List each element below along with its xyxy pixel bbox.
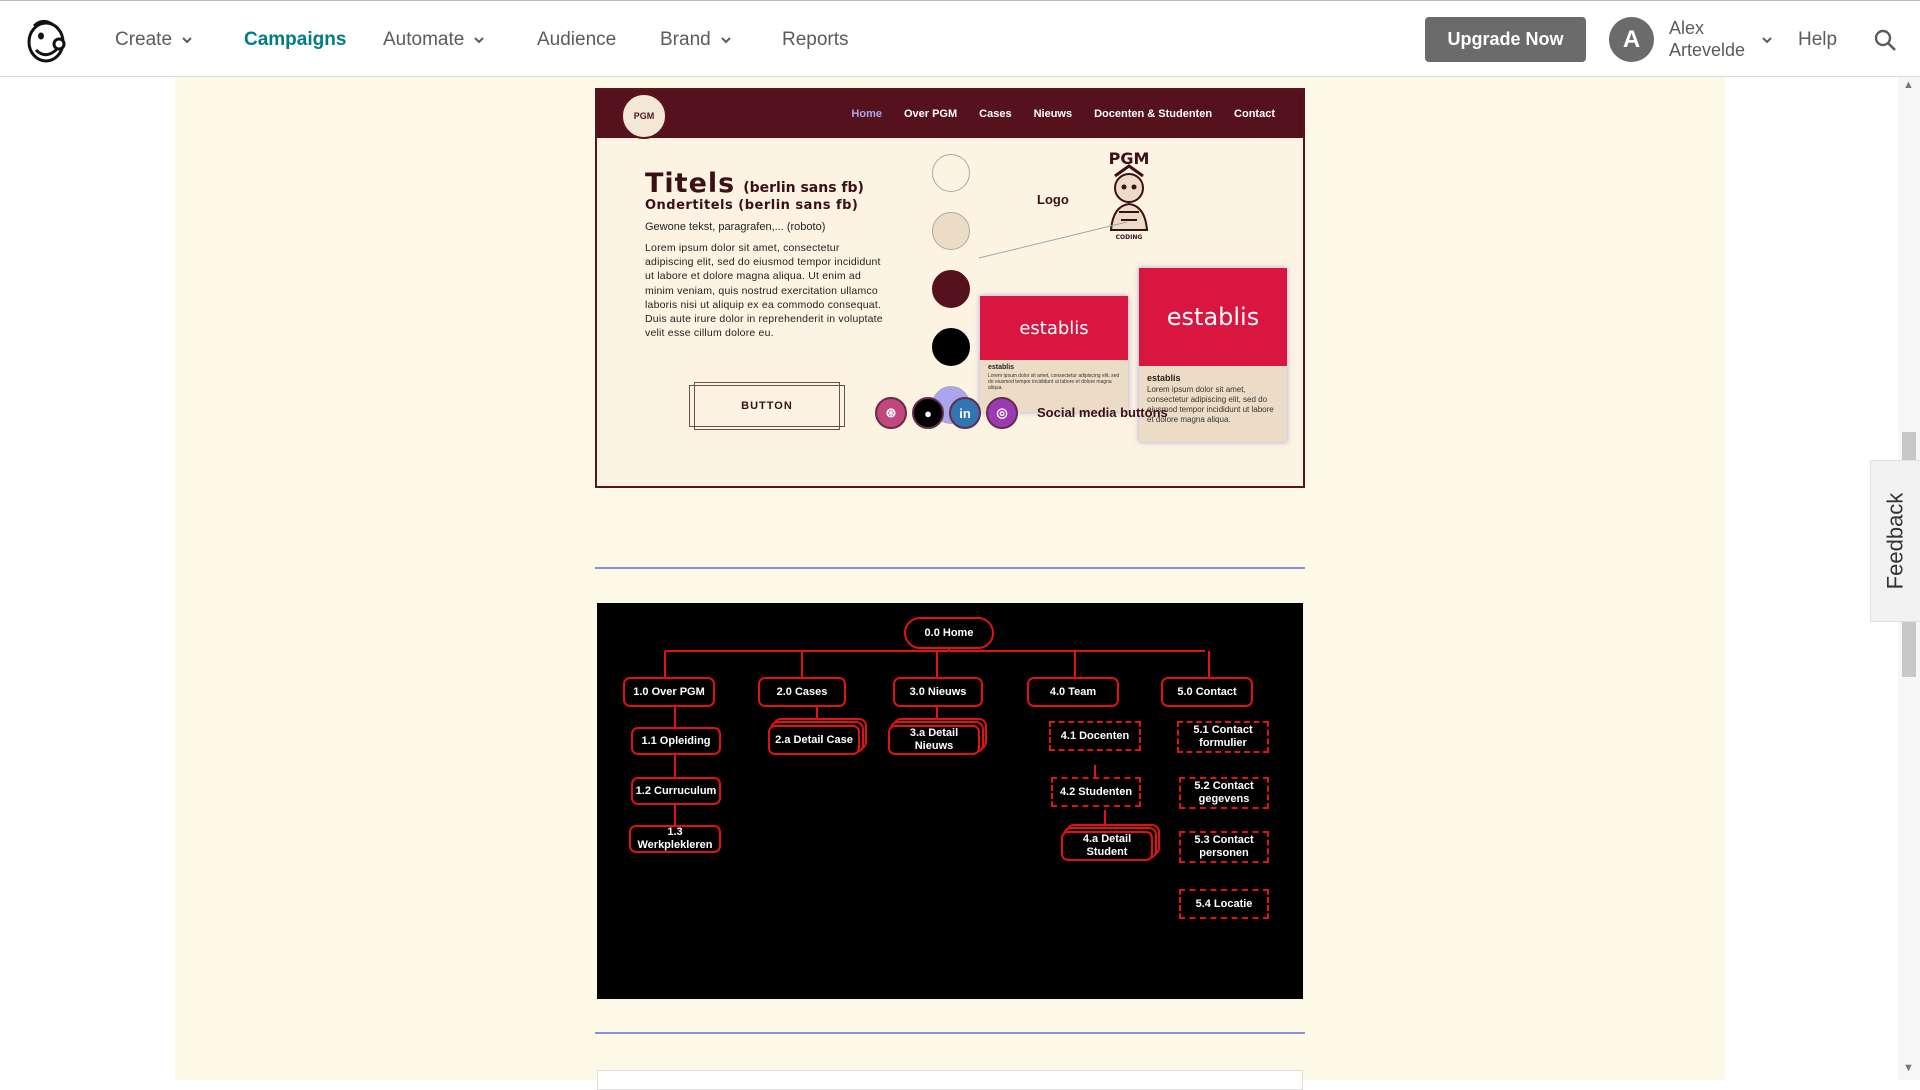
color-swatch-beige [932,212,970,250]
sg-subtitle: Ondertitels (berlin sans fb) [645,198,859,213]
next-content-block [597,1070,1303,1090]
linkedin-icon: in [949,397,981,429]
sitemap-node-detail-student: 4.a Detail Student [1061,831,1153,861]
upgrade-now-button[interactable]: Upgrade Now [1425,17,1586,62]
avatar[interactable]: A [1609,17,1654,62]
sg-menu-docenten-studenten: Docenten & Studenten [1094,108,1213,120]
nav-reports[interactable]: Reports [782,29,849,51]
chevron-down-icon [474,37,485,44]
chevron-down-icon [720,37,731,44]
style-guide-header: PGM Home Over PGM Cases Nieuws Docenten … [597,90,1303,139]
dribbble-icon: ⊛ [875,397,907,429]
style-guide-image: PGM Home Over PGM Cases Nieuws Docenten … [595,88,1305,488]
sitemap-diagram: 0.0 Home 1.0 Over PGM 2.0 Cases 3.0 Nieu… [597,603,1303,999]
divider-line [595,1032,1305,1034]
sg-button-sample: BUTTON [689,382,845,430]
sg-menu-contact: Contact [1234,108,1275,120]
card-title-small: establis [988,364,1015,371]
nav-create[interactable]: Create [115,29,192,51]
top-navigation: Create Campaigns Automate Audience Brand… [0,0,1920,77]
sitemap-node-opleiding: 1.1 Opleiding [631,727,721,755]
github-icon: ● [912,397,944,429]
sg-social-label: Social media buttons [1037,405,1168,420]
nav-automate[interactable]: Automate [383,29,485,51]
card-brand-large: establis [1139,268,1287,366]
nav-automate-label: Automate [383,29,465,50]
nav-campaigns-label: Campaigns [244,29,347,50]
style-guide-menu: Home Over PGM Cases Nieuws Docenten & St… [851,108,1275,120]
nav-audience-label: Audience [537,29,617,50]
sitemap-node-studenten: 4.2 Studenten [1051,777,1141,807]
nav-brand-label: Brand [660,29,711,50]
sg-menu-over-pgm: Over PGM [903,108,958,120]
chevron-down-icon[interactable] [1762,35,1772,45]
card-brand-small: establis [980,296,1128,360]
nav-reports-label: Reports [782,29,849,50]
sitemap-node-over-pgm: 1.0 Over PGM [623,677,715,707]
sitemap-node-contact-gegevens: 5.2 Contact gegevens [1179,777,1269,809]
scroll-up-icon[interactable]: ▲ [1903,79,1914,91]
sg-menu-nieuws: Nieuws [1033,108,1073,120]
divider-line [595,567,1305,569]
color-swatch-black [932,328,970,366]
sg-menu-home: Home [851,108,882,120]
nav-create-label: Create [115,29,173,50]
sitemap-node-contact-personen: 5.3 Contact personen [1179,831,1269,863]
color-swatch-cream [932,154,970,192]
sitemap-node-curruculum: 1.2 Curruculum [631,777,721,805]
sg-menu-cases: Cases [979,108,1012,120]
sitemap-node-cases: 2.0 Cases [758,677,846,707]
nav-brand[interactable]: Brand [660,29,731,51]
sitemap-node-home: 0.0 Home [904,617,994,649]
pgm-badge: PGM [621,93,667,139]
nav-audience[interactable]: Audience [537,29,616,51]
card-title-large: establis [1147,373,1181,383]
mailchimp-logo-icon[interactable] [22,16,70,64]
sitemap-node-docenten: 4.1 Docenten [1049,721,1141,751]
sg-lorem-text: Lorem ipsum dolor sit amet, consectetur … [645,242,883,340]
card-text-small: Lorem ipsum dolor sit amet, consectetur … [988,373,1120,391]
sg-title: Titels (berlin sans fb) [645,168,864,199]
sitemap-node-contact: 5.0 Contact [1161,677,1253,707]
sitemap-node-team: 4.0 Team [1027,677,1119,707]
help-link[interactable]: Help [1798,29,1837,51]
sg-logo-label: Logo [1037,192,1069,207]
sitemap-node-werkplekleren: 1.3 Werkplekleren [629,825,721,853]
chevron-down-icon [182,37,192,44]
sitemap-node-locatie: 5.4 Locatie [1179,889,1269,919]
scroll-down-icon[interactable]: ▼ [1903,1062,1914,1074]
color-swatch-burgundy [932,270,970,308]
sg-title-font: (berlin sans fb) [743,180,864,196]
sitemap-node-detail-nieuws: 3.a Detail Nieuws [888,725,980,755]
sg-body-label: Gewone tekst, paragrafen,... (roboto) [645,221,826,233]
card-preview-small: establis establis Lorem ipsum dolor sit … [980,296,1128,412]
feedback-tab[interactable]: Feedback [1870,460,1920,622]
sg-title-text: Titels [645,168,736,199]
instagram-icon: ◎ [986,397,1018,429]
feedback-label: Feedback [1882,492,1908,590]
sitemap-node-nieuws: 3.0 Nieuws [893,677,983,707]
nav-campaigns[interactable]: Campaigns [244,29,346,51]
sitemap-node-detail-case: 2.a Detail Case [768,725,860,755]
search-icon[interactable] [1873,28,1897,52]
user-name[interactable]: Alex Artevelde [1669,17,1761,61]
sitemap-node-contact-formulier: 5.1 Contact formulier [1177,721,1269,753]
